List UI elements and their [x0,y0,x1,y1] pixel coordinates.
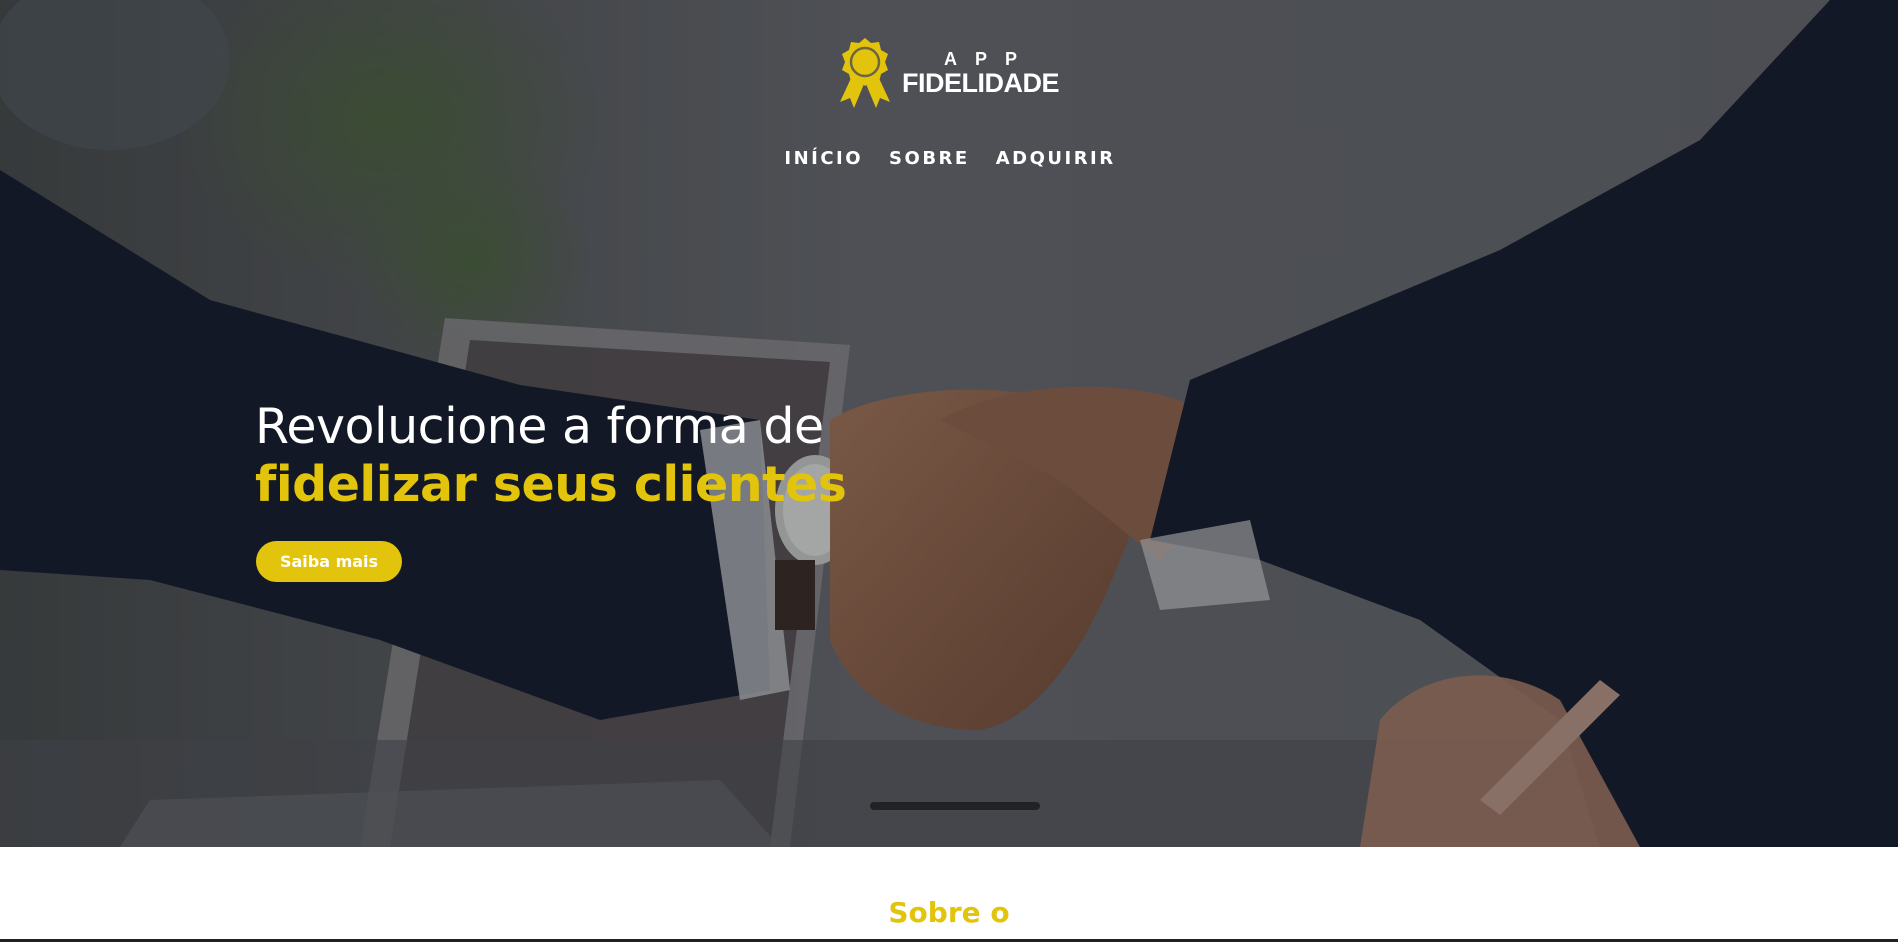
brand-logo[interactable]: APP FIDELIDADE [834,36,1060,110]
logo-line-app: APP [943,49,1035,69]
logo-line-name: FIDELIDADE [902,68,1060,98]
hero-section: APP FIDELIDADE INÍCIO SOBRE ADQUIRIR Rev… [0,0,1898,847]
main-nav: INÍCIO SOBRE ADQUIRIR [0,148,1898,169]
hero-headline-line2: fidelizar seus clientes [255,456,847,513]
hero-headline: Revolucione a forma de fidelizar seus cl… [255,398,847,514]
nav-item-sobre[interactable]: SOBRE [887,148,970,169]
about-section-title: Sobre o [888,896,1010,929]
nav-item-inicio[interactable]: INÍCIO [782,148,863,169]
nav-item-adquirir[interactable]: ADQUIRIR [994,148,1116,169]
brand-logo-text: APP FIDELIDADE [902,49,1060,98]
award-ribbon-icon [840,38,890,108]
hero-headline-line1: Revolucione a forma de [255,398,824,455]
saiba-mais-button[interactable]: Saiba mais [256,541,402,582]
